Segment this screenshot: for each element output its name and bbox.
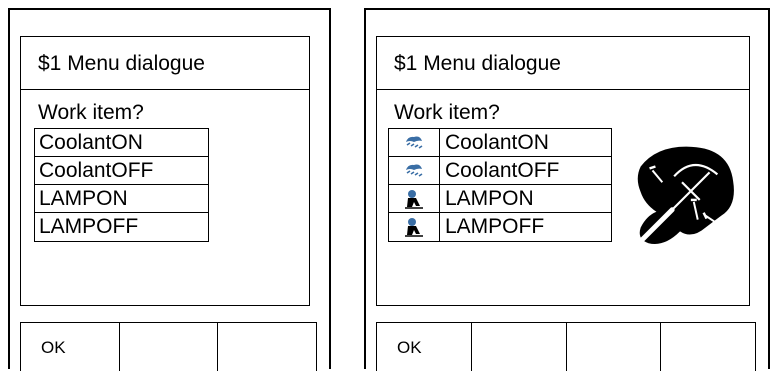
left-screen: $1 Menu dialogue Work item? CoolantON Co… — [8, 8, 331, 371]
list-item[interactable]: CoolantON — [35, 129, 208, 157]
coolant-icon — [389, 157, 440, 184]
right-screen: $1 Menu dialogue Work item? CoolantON Co… — [364, 8, 770, 371]
softkey-bar: OK — [376, 322, 756, 371]
list-item-label: CoolantON — [445, 131, 549, 154]
list-item[interactable]: LAMPON — [389, 185, 611, 213]
softkey-3[interactable] — [567, 323, 662, 371]
coolant-icon — [389, 129, 440, 156]
softkey-2[interactable] — [472, 323, 567, 371]
menu-dialog: $1 Menu dialogue Work item? CoolantON Co… — [376, 36, 750, 306]
list-item[interactable]: LAMPON — [35, 185, 208, 213]
lamp-worker-icon — [389, 213, 440, 241]
list-item-label: LAMPOFF — [39, 215, 139, 238]
ok-softkey[interactable]: OK — [21, 323, 120, 371]
ok-softkey[interactable]: OK — [377, 323, 472, 371]
list-item[interactable]: CoolantON — [389, 129, 611, 157]
dialog-prompt: Work item? — [394, 101, 500, 124]
dialog-title: $1 Menu dialogue — [377, 37, 749, 90]
list-item-label: LAMPOFF — [445, 215, 545, 238]
list-item[interactable]: LAMPOFF — [35, 213, 208, 241]
list-item[interactable]: LAMPOFF — [389, 213, 611, 241]
list-item-label: LAMPON — [445, 187, 534, 210]
list-item[interactable]: CoolantOFF — [35, 157, 208, 185]
dialog-prompt: Work item? — [38, 101, 144, 124]
tools-icon — [637, 146, 734, 244]
list-item-label: LAMPON — [39, 187, 128, 210]
softkey-bar: OK — [20, 322, 317, 371]
work-item-list: CoolantON CoolantOFF LAMPON LAMPOFF — [388, 128, 612, 242]
softkey-3[interactable] — [218, 323, 316, 371]
dialog-title: $1 Menu dialogue — [21, 37, 309, 90]
list-item-label: CoolantON — [39, 131, 143, 154]
menu-dialog: $1 Menu dialogue Work item? CoolantON Co… — [20, 36, 310, 306]
list-item[interactable]: CoolantOFF — [389, 157, 611, 185]
softkey-2[interactable] — [120, 323, 219, 371]
lamp-worker-icon — [389, 185, 440, 212]
list-item-label: CoolantOFF — [39, 159, 154, 182]
list-item-label: CoolantOFF — [445, 159, 560, 182]
work-item-list: CoolantON CoolantOFF LAMPON LAMPOFF — [34, 128, 209, 242]
softkey-4[interactable] — [661, 323, 755, 371]
